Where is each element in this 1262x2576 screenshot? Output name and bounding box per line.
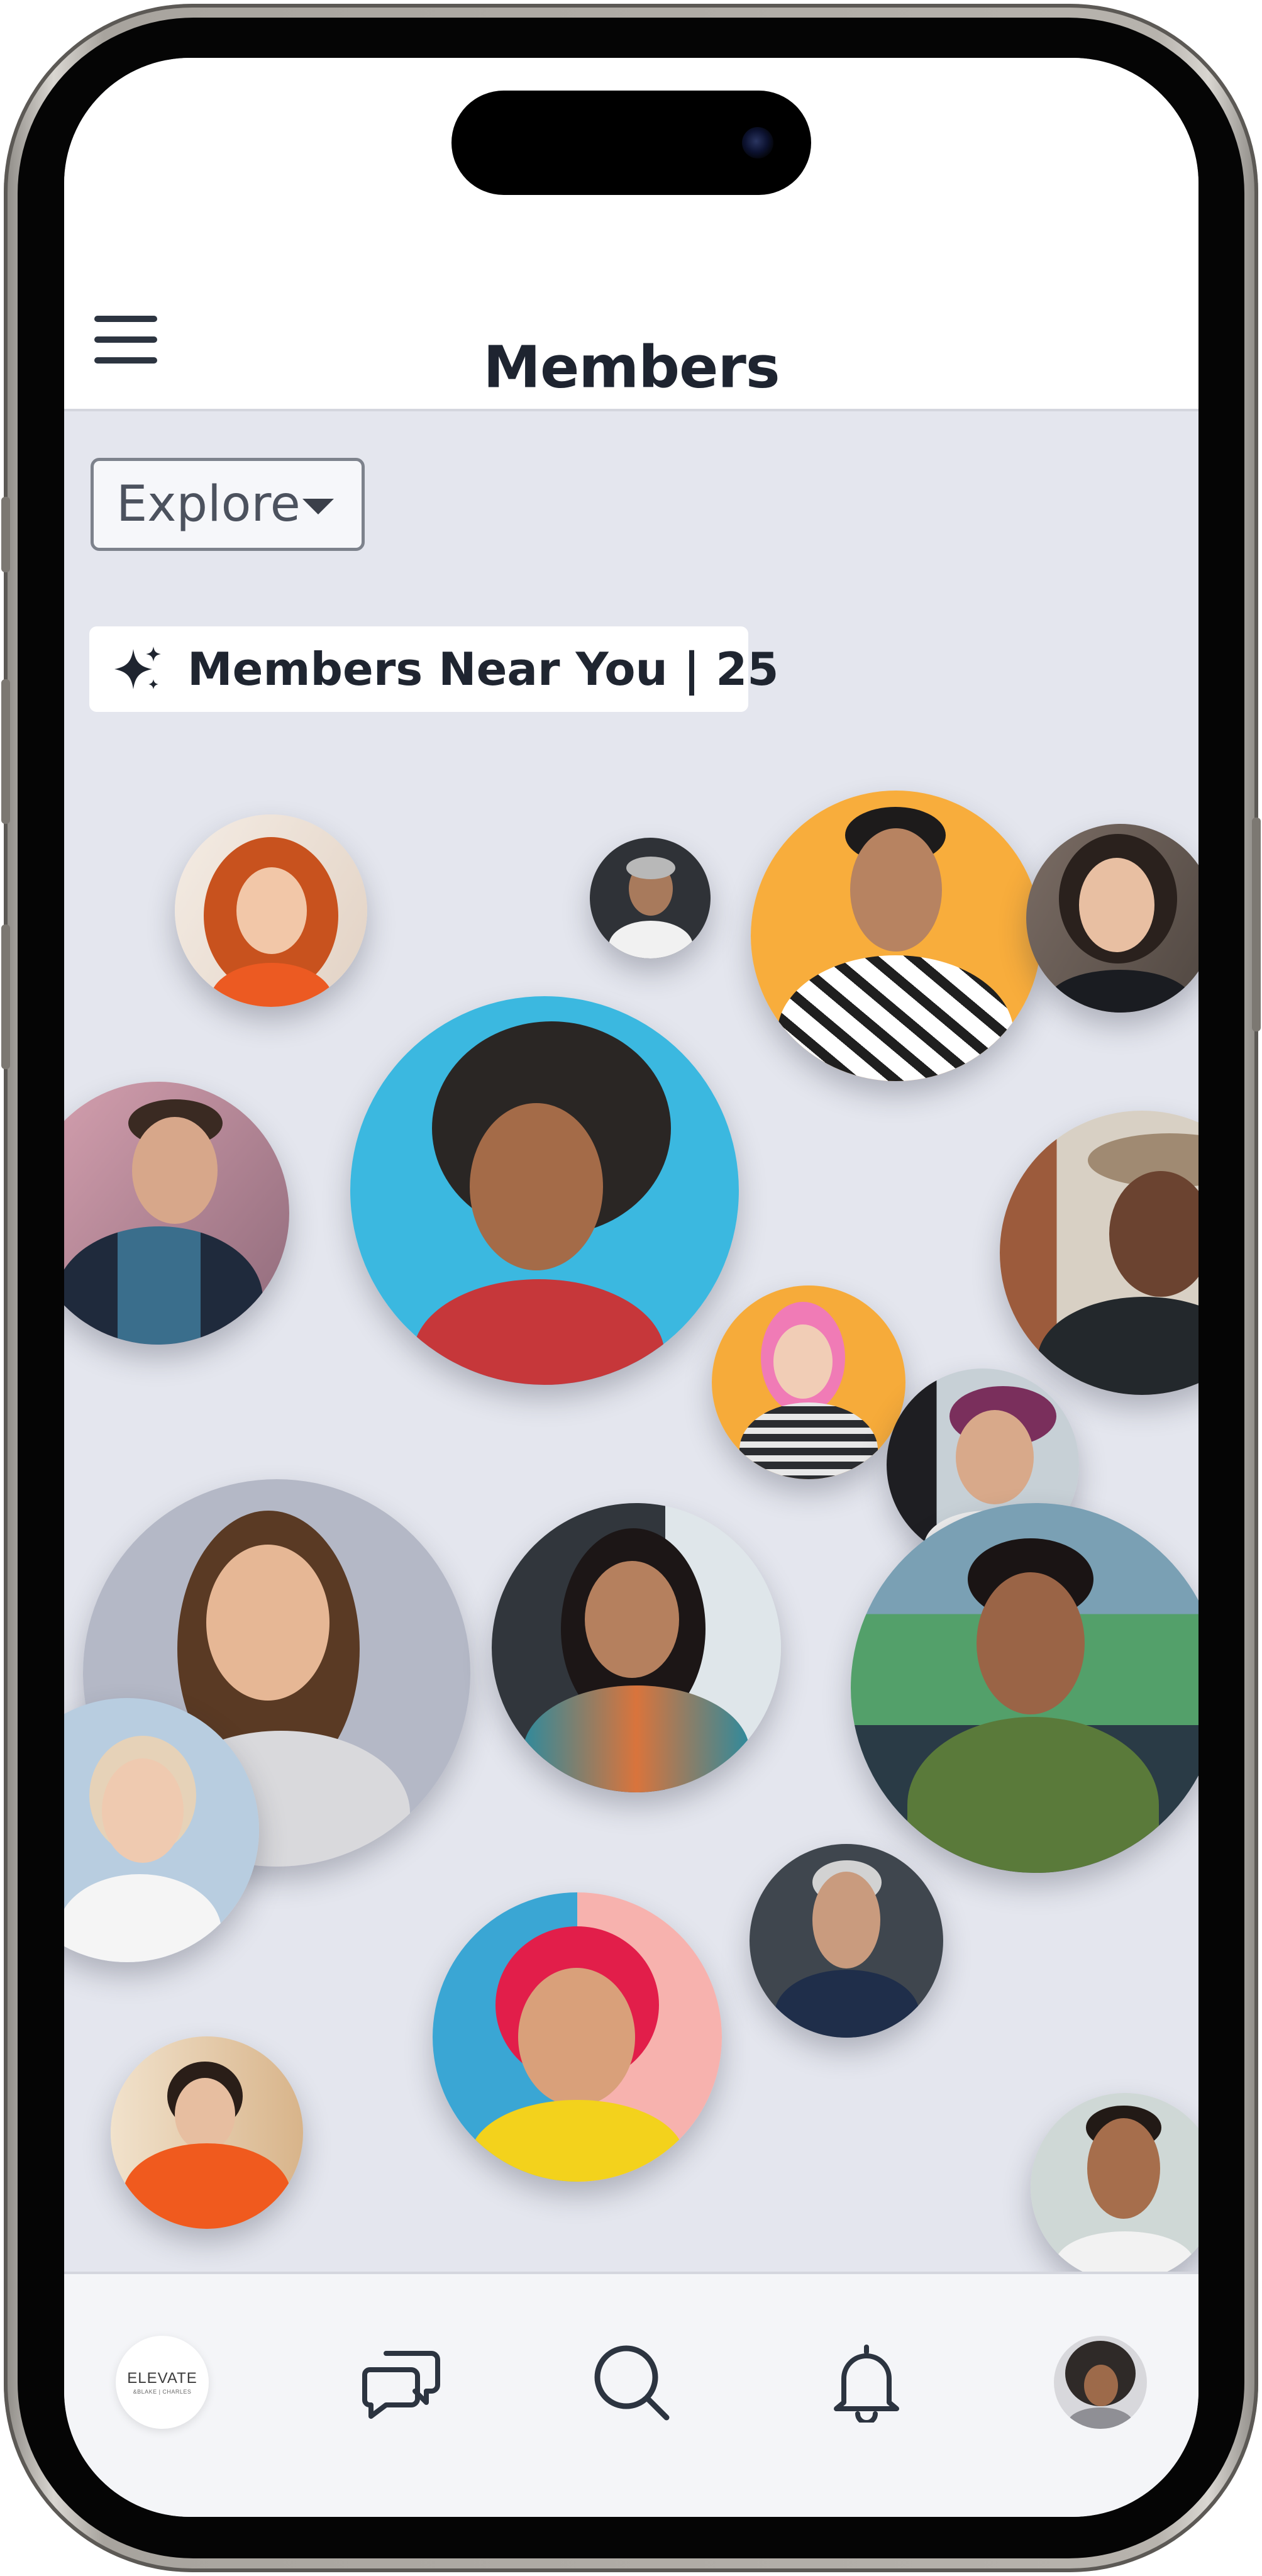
brand-subtitle: &BLAKE | CHARLES — [133, 2389, 192, 2395]
bottom-tab-bar: ELEVATE &BLAKE | CHARLES — [64, 2272, 1198, 2517]
member-avatar-blonde-woman[interactable] — [64, 1698, 259, 1962]
member-avatar-smiling-beard-man[interactable] — [1031, 2093, 1198, 2282]
search-icon — [594, 2345, 670, 2421]
dynamic-island — [451, 91, 811, 195]
member-avatar-orange-bg-man[interactable] — [751, 791, 1041, 1081]
members-near-you-label: Members Near You | 25 — [187, 643, 779, 696]
volume-up-button — [1, 679, 10, 824]
member-avatar-dark-hair-woman[interactable] — [1026, 824, 1198, 1013]
member-avatar-red-curly-hair[interactable] — [175, 814, 367, 1007]
front-camera-icon — [742, 127, 773, 158]
caret-down-icon — [302, 499, 334, 514]
power-button — [1252, 818, 1261, 1031]
member-avatar-red-bob-woman[interactable] — [433, 1892, 722, 2182]
brand-logo: ELEVATE &BLAKE | CHARLES — [116, 2336, 209, 2429]
app-screen: Members Explore Members Near You | 25 EL… — [64, 58, 1198, 2517]
page-title: Members — [483, 333, 780, 401]
member-avatar-hat-man[interactable] — [1000, 1111, 1198, 1395]
brand-name: ELEVATE — [127, 2370, 197, 2387]
profile-avatar — [1054, 2336, 1147, 2429]
tab-search[interactable] — [581, 2332, 682, 2433]
tab-notifications[interactable] — [816, 2332, 917, 2433]
bell-icon — [834, 2345, 899, 2423]
member-avatar-afro-woman-blue[interactable] — [350, 996, 739, 1385]
sparkle-icon — [114, 647, 161, 689]
chat-bubbles-icon — [362, 2351, 440, 2419]
members-near-you-chip: Members Near You | 25 — [89, 626, 778, 712]
explore-dropdown[interactable]: Explore — [91, 458, 365, 551]
explore-dropdown-label: Explore — [116, 476, 301, 533]
member-avatar-orange-sweater-woman[interactable] — [111, 2036, 303, 2229]
member-avatar-grey-beard-man[interactable] — [590, 838, 711, 958]
volume-down-button — [1, 924, 10, 1069]
tab-messages[interactable] — [351, 2332, 451, 2433]
member-avatar-tattoo-man[interactable] — [64, 1082, 289, 1345]
member-avatar-white-beard-man[interactable] — [750, 1844, 943, 2038]
member-avatar-space-buns-woman[interactable] — [851, 1503, 1198, 1873]
member-avatar-curly-black-hair-woman[interactable] — [492, 1503, 781, 1792]
action-button — [1, 497, 10, 572]
member-avatar-pink-hair-woman[interactable] — [712, 1285, 905, 1479]
tab-profile[interactable] — [1050, 2332, 1151, 2433]
tab-home-brand[interactable]: ELEVATE &BLAKE | CHARLES — [112, 2332, 213, 2433]
